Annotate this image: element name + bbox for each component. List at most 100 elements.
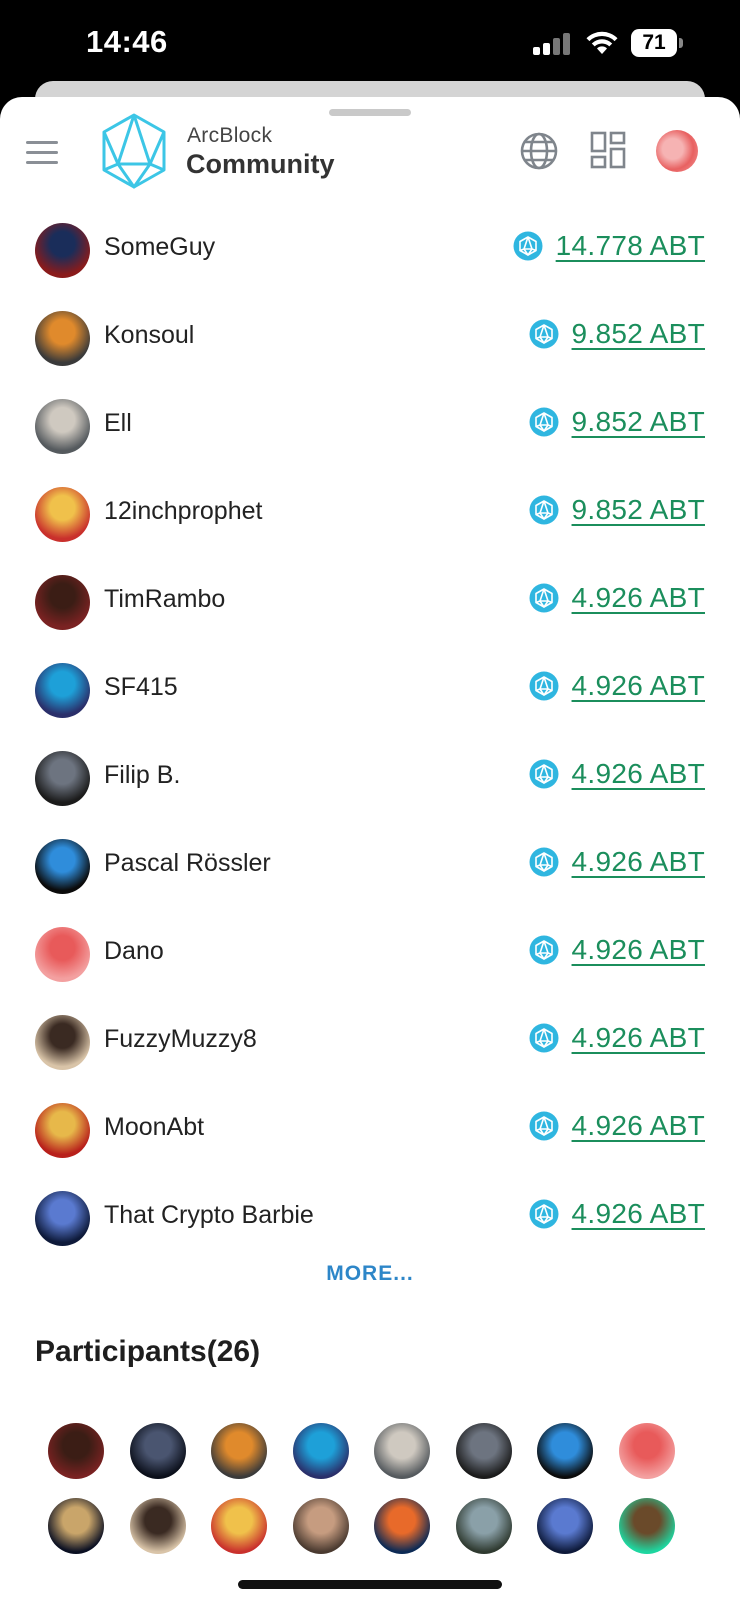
tip-amount-link[interactable]: 4.926 ABT bbox=[572, 1110, 705, 1142]
avatar[interactable] bbox=[35, 311, 90, 366]
tip-amount: 4.926 ABT bbox=[529, 1198, 705, 1230]
tipper-row: Konsoul 9.852 ABT bbox=[0, 295, 740, 383]
battery-level: 71 bbox=[631, 29, 677, 57]
more-link[interactable]: MORE... bbox=[0, 1262, 740, 1286]
participant-avatar[interactable] bbox=[455, 1423, 512, 1479]
tip-amount-link[interactable]: 4.926 ABT bbox=[572, 846, 705, 878]
avatar[interactable] bbox=[35, 1103, 90, 1158]
tipper-name[interactable]: SomeGuy bbox=[104, 233, 215, 262]
participant-avatar[interactable] bbox=[129, 1423, 186, 1479]
tipper-row: SF415 4.926 ABT bbox=[0, 647, 740, 735]
abt-token-icon bbox=[529, 847, 559, 877]
battery-icon: 71 bbox=[631, 29, 683, 57]
tipper-name[interactable]: Filip B. bbox=[104, 761, 180, 790]
tipper-row: MoonAbt 4.926 ABT bbox=[0, 1087, 740, 1175]
avatar[interactable] bbox=[35, 663, 90, 718]
avatar[interactable] bbox=[35, 575, 90, 630]
participant-avatar[interactable] bbox=[129, 1498, 186, 1554]
tipper-row: TimRambo 4.926 ABT bbox=[0, 559, 740, 647]
tipper-name[interactable]: FuzzyMuzzy8 bbox=[104, 1025, 257, 1054]
tip-amount: 4.926 ABT bbox=[529, 582, 705, 614]
abt-token-icon bbox=[529, 1111, 559, 1141]
tip-amount: 14.778 ABT bbox=[513, 230, 705, 262]
tip-amount-link[interactable]: 14.778 ABT bbox=[556, 230, 705, 262]
participant-avatar[interactable] bbox=[618, 1498, 675, 1554]
abt-token-icon bbox=[529, 1023, 559, 1053]
tip-amount: 4.926 ABT bbox=[529, 934, 705, 966]
tip-amount: 4.926 ABT bbox=[529, 670, 705, 702]
avatar[interactable] bbox=[35, 839, 90, 894]
tip-amount: 4.926 ABT bbox=[529, 1022, 705, 1054]
tip-amount: 9.852 ABT bbox=[529, 318, 705, 350]
user-avatar[interactable] bbox=[656, 130, 698, 172]
avatar[interactable] bbox=[35, 399, 90, 454]
participant-avatar[interactable] bbox=[48, 1423, 104, 1479]
tip-amount-link[interactable]: 9.852 ABT bbox=[572, 406, 705, 438]
participant-avatar[interactable] bbox=[537, 1423, 593, 1479]
abt-token-icon bbox=[529, 935, 559, 965]
tipper-row: Filip B. 4.926 ABT bbox=[0, 735, 740, 823]
menu-icon[interactable] bbox=[26, 141, 58, 165]
tipper-name[interactable]: Pascal Rössler bbox=[104, 849, 271, 878]
avatar[interactable] bbox=[35, 927, 90, 982]
tipper-row: 12inchprophet 9.852 ABT bbox=[0, 471, 740, 559]
avatar[interactable] bbox=[35, 751, 90, 806]
tip-amount-link[interactable]: 4.926 ABT bbox=[572, 1022, 705, 1054]
tipper-row: Dano 4.926 ABT bbox=[0, 911, 740, 999]
tip-amount-link[interactable]: 4.926 ABT bbox=[572, 758, 705, 790]
tipper-row: Pascal Rössler 4.926 ABT bbox=[0, 823, 740, 911]
avatar[interactable] bbox=[35, 1015, 90, 1070]
tipper-name[interactable]: Ell bbox=[104, 409, 132, 438]
tipper-name[interactable]: 12inchprophet bbox=[104, 497, 262, 526]
tip-amount-link[interactable]: 9.852 ABT bbox=[572, 318, 705, 350]
tip-amount-link[interactable]: 4.926 ABT bbox=[572, 582, 705, 614]
tipper-row: SomeGuy 14.778 ABT bbox=[0, 207, 740, 295]
abt-token-icon bbox=[529, 1199, 559, 1229]
tipper-name[interactable]: Konsoul bbox=[104, 321, 194, 350]
participant-avatar[interactable] bbox=[292, 1498, 349, 1554]
sheet-grabber[interactable] bbox=[329, 109, 411, 116]
avatar[interactable] bbox=[35, 1191, 90, 1246]
abt-token-icon bbox=[529, 407, 559, 437]
tip-amount: 4.926 ABT bbox=[529, 1110, 705, 1142]
tipper-name[interactable]: Dano bbox=[104, 937, 164, 966]
abt-token-icon bbox=[529, 759, 559, 789]
wifi-icon bbox=[586, 31, 618, 54]
participant-avatar[interactable] bbox=[211, 1423, 267, 1479]
brand-subtitle: Community bbox=[186, 149, 335, 179]
tipper-row: Ell 9.852 ABT bbox=[0, 383, 740, 471]
community-sheet: ArcBlock Community SomeGuy 14.778 ABT Kons… bbox=[0, 97, 740, 1600]
tipper-name[interactable]: That Crypto Barbie bbox=[104, 1201, 314, 1230]
tipper-name[interactable]: MoonAbt bbox=[104, 1113, 204, 1142]
tip-amount-link[interactable]: 4.926 ABT bbox=[572, 934, 705, 966]
participant-avatar[interactable] bbox=[48, 1498, 104, 1554]
tipper-name[interactable]: TimRambo bbox=[104, 585, 225, 614]
tip-amount-link[interactable]: 4.926 ABT bbox=[572, 670, 705, 702]
participants-title: Participants(26) bbox=[35, 1335, 261, 1368]
status-bar: 14:46 71 bbox=[0, 0, 740, 90]
arcblock-logo-icon bbox=[102, 113, 166, 189]
participant-avatar[interactable] bbox=[374, 1423, 430, 1479]
avatar[interactable] bbox=[35, 223, 90, 278]
tip-amount: 4.926 ABT bbox=[529, 758, 705, 790]
participant-avatar[interactable] bbox=[374, 1498, 430, 1554]
abt-token-icon bbox=[529, 319, 559, 349]
participant-avatar[interactable] bbox=[537, 1498, 593, 1554]
participant-avatar[interactable] bbox=[455, 1498, 512, 1554]
globe-icon[interactable] bbox=[519, 131, 559, 171]
tipper-row: That Crypto Barbie 4.926 ABT bbox=[0, 1175, 740, 1263]
tipper-name[interactable]: SF415 bbox=[104, 673, 178, 702]
home-indicator bbox=[238, 1580, 502, 1589]
avatar[interactable] bbox=[35, 487, 90, 542]
abt-token-icon bbox=[529, 671, 559, 701]
abt-token-icon bbox=[513, 231, 543, 261]
participant-avatar[interactable] bbox=[292, 1423, 349, 1479]
grid-icon[interactable] bbox=[590, 131, 626, 169]
brand-name: ArcBlock bbox=[187, 124, 273, 147]
tip-amount: 9.852 ABT bbox=[529, 406, 705, 438]
tip-amount-link[interactable]: 4.926 ABT bbox=[572, 1198, 705, 1230]
tip-amount-link[interactable]: 9.852 ABT bbox=[572, 494, 705, 526]
status-time: 14:46 bbox=[86, 24, 168, 59]
participant-avatar[interactable] bbox=[618, 1423, 675, 1479]
participant-avatar[interactable] bbox=[211, 1498, 267, 1554]
